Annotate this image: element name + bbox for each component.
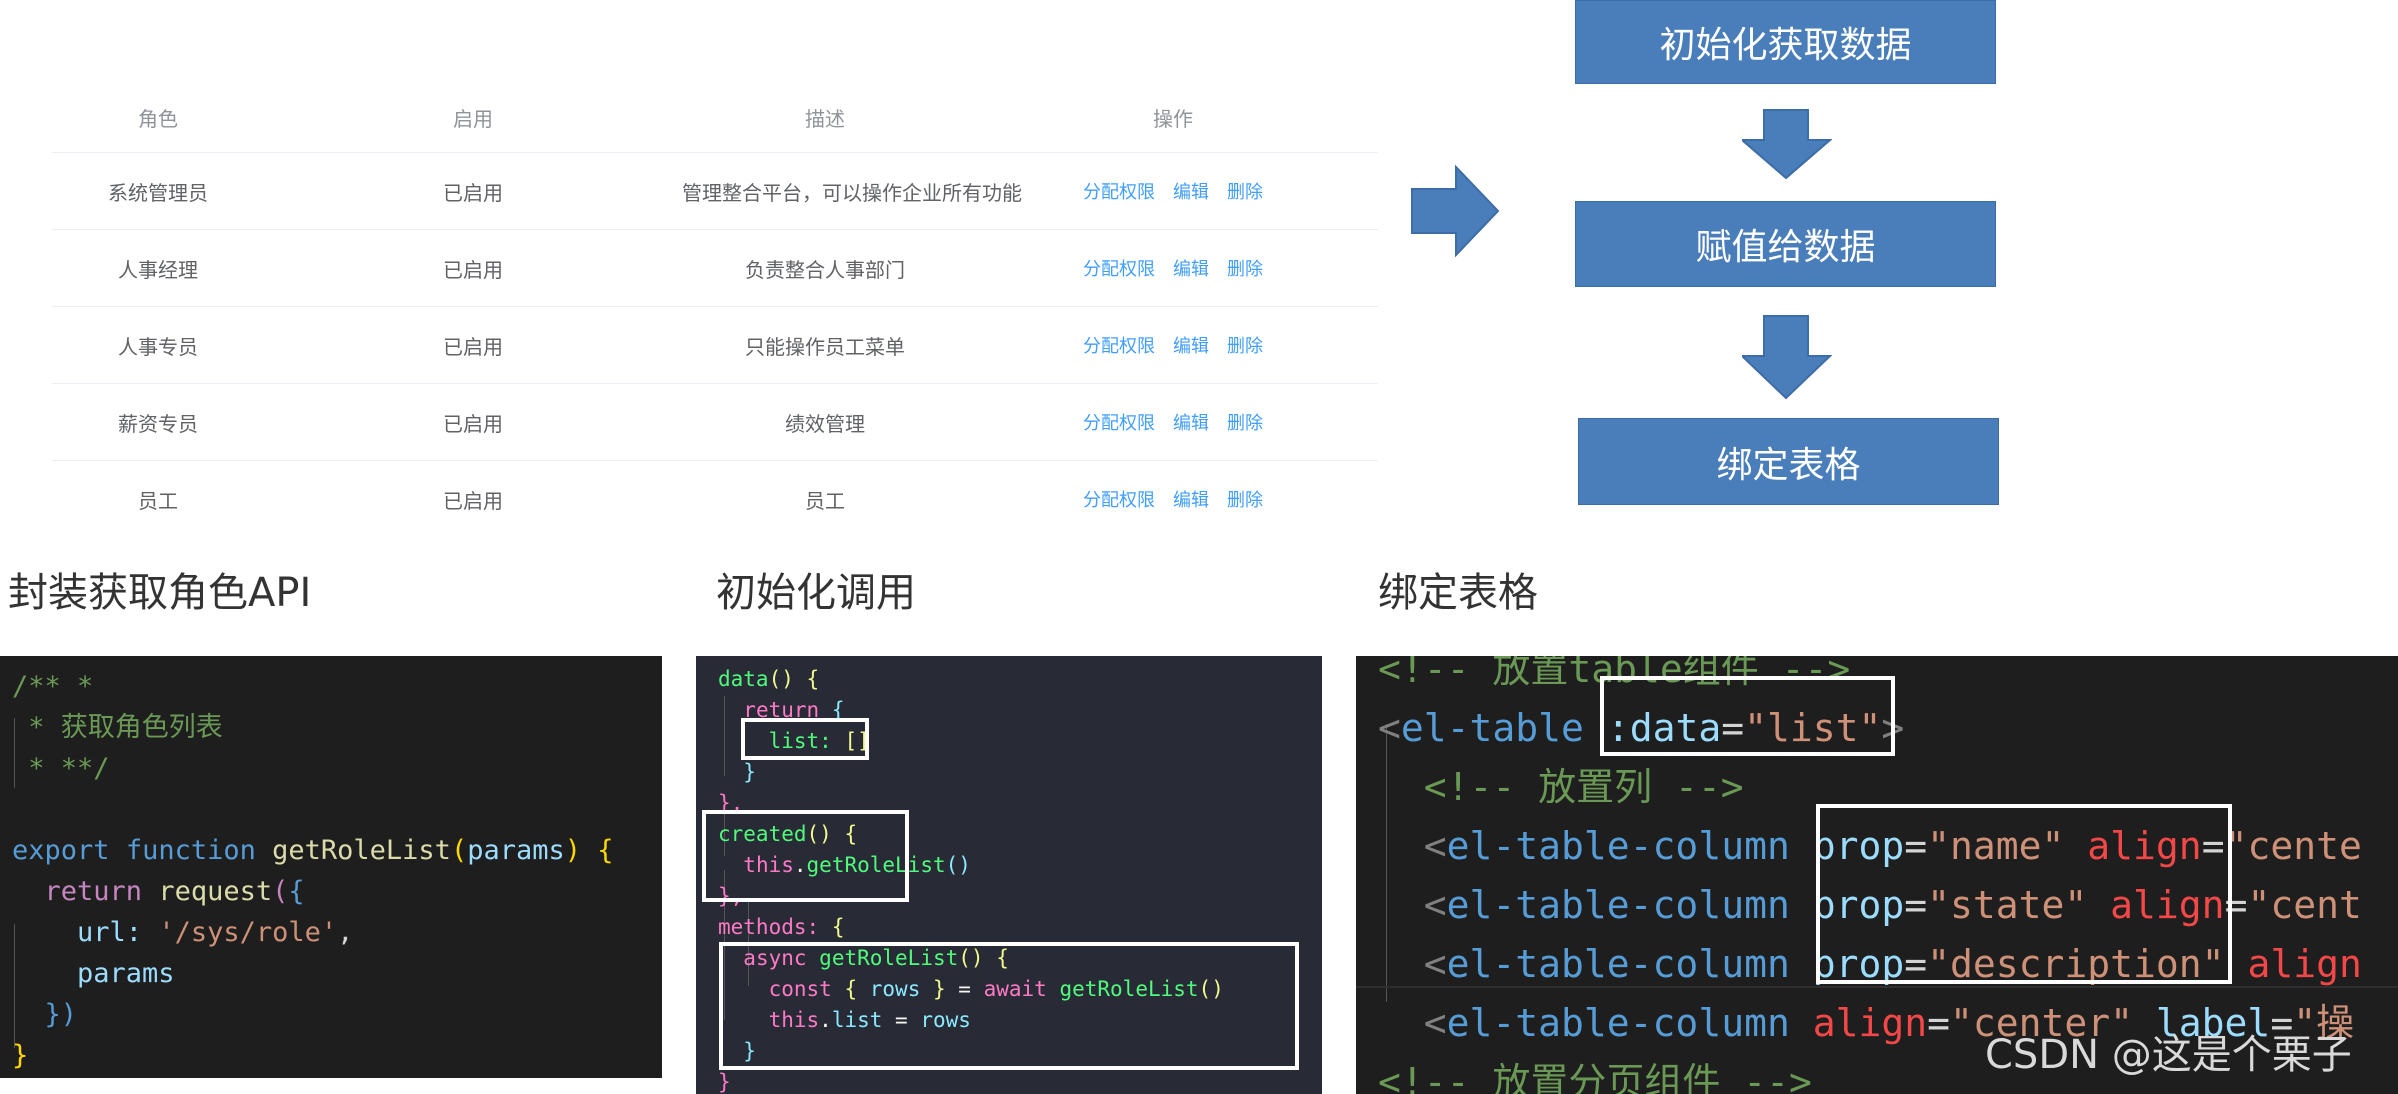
role-state: 已启用: [443, 411, 503, 436]
arrow-down-icon: [1742, 315, 1832, 400]
delete-link[interactable]: 删除: [1227, 332, 1263, 358]
assign-permission-link[interactable]: 分配权限: [1083, 409, 1155, 435]
flow-step-assign: 赋值给数据: [1575, 201, 1996, 287]
delete-link[interactable]: 删除: [1227, 178, 1263, 204]
role-description: 负责整合人事部门: [745, 257, 905, 282]
assign-permission-link[interactable]: 分配权限: [1083, 178, 1155, 204]
section-title-api: 封装获取角色API: [8, 570, 312, 616]
delete-link[interactable]: 删除: [1227, 255, 1263, 281]
table-header: 角色 启用 描述 操作: [52, 82, 1378, 153]
delete-link[interactable]: 删除: [1227, 409, 1263, 435]
role-state: 已启用: [443, 334, 503, 359]
arrow-right-icon: [1411, 165, 1500, 257]
role-name: 人事经理: [118, 257, 198, 282]
header-state: 启用: [453, 106, 493, 131]
role-description: 只能操作员工菜单: [745, 334, 905, 359]
role-description: 绩效管理: [785, 411, 865, 436]
flow-step-bind: 绑定表格: [1578, 418, 1999, 505]
highlight-data-binding: [1600, 676, 1895, 756]
table-row: 系统管理员 已启用 管理整合平台，可以操作企业所有功能 分配权限 编辑 删除: [52, 153, 1378, 230]
assign-permission-link[interactable]: 分配权限: [1083, 486, 1155, 512]
role-state: 已启用: [443, 257, 503, 282]
role-name: 人事专员: [118, 334, 198, 359]
edit-link[interactable]: 编辑: [1173, 178, 1209, 204]
code-panel-init: data() { return { list: [] } }, created(…: [696, 656, 1322, 1094]
role-description: 员工: [805, 488, 845, 513]
header-description: 描述: [805, 106, 845, 131]
section-title-bind: 绑定表格: [1378, 570, 1538, 616]
role-state: 已启用: [443, 180, 503, 205]
arrow-down-icon: [1742, 109, 1832, 180]
edit-link[interactable]: 编辑: [1173, 332, 1209, 358]
highlight-method: [719, 942, 1299, 1070]
highlight-created: [702, 810, 909, 902]
table-row: 人事专员 已启用 只能操作员工菜单 分配权限 编辑 删除: [52, 307, 1378, 384]
row-actions: 分配权限 编辑 删除: [968, 255, 1378, 281]
edit-link[interactable]: 编辑: [1173, 409, 1209, 435]
row-actions: 分配权限 编辑 删除: [968, 332, 1378, 358]
assign-permission-link[interactable]: 分配权限: [1083, 255, 1155, 281]
header-actions: 操作: [1153, 106, 1193, 131]
highlight-prop-bindings: [1816, 804, 2232, 984]
row-actions: 分配权限 编辑 删除: [968, 178, 1378, 204]
row-actions: 分配权限 编辑 删除: [968, 409, 1378, 435]
table-row: 员工 已启用 员工 分配权限 编辑 删除: [52, 461, 1378, 537]
header-role: 角色: [138, 106, 178, 131]
role-name: 薪资专员: [118, 411, 198, 436]
highlight-data-list: [741, 718, 869, 760]
flow-step-fetch: 初始化获取数据: [1575, 0, 1996, 84]
code-panel-api: /** * * 获取角色列表 * **/ export function get…: [0, 656, 662, 1078]
edit-link[interactable]: 编辑: [1173, 486, 1209, 512]
assign-permission-link[interactable]: 分配权限: [1083, 332, 1155, 358]
edit-link[interactable]: 编辑: [1173, 255, 1209, 281]
role-description: 管理整合平台，可以操作企业所有功能: [682, 180, 1022, 205]
table-row: 人事经理 已启用 负责整合人事部门 分配权限 编辑 删除: [52, 230, 1378, 307]
code-block-api: /** * * 获取角色列表 * **/ export function get…: [12, 671, 614, 1071]
watermark: CSDN @这是个栗子: [1985, 1032, 2352, 1078]
table-row: 薪资专员 已启用 绩效管理 分配权限 编辑 删除: [52, 384, 1378, 461]
role-table: 角色 启用 描述 操作 系统管理员 已启用 管理整合平台，可以操作企业所有功能 …: [52, 82, 1378, 537]
delete-link[interactable]: 删除: [1227, 486, 1263, 512]
role-state: 已启用: [443, 488, 503, 513]
section-title-init: 初始化调用: [716, 570, 916, 616]
row-actions: 分配权限 编辑 删除: [968, 486, 1378, 512]
role-name: 员工: [138, 488, 178, 513]
role-name: 系统管理员: [108, 180, 208, 205]
